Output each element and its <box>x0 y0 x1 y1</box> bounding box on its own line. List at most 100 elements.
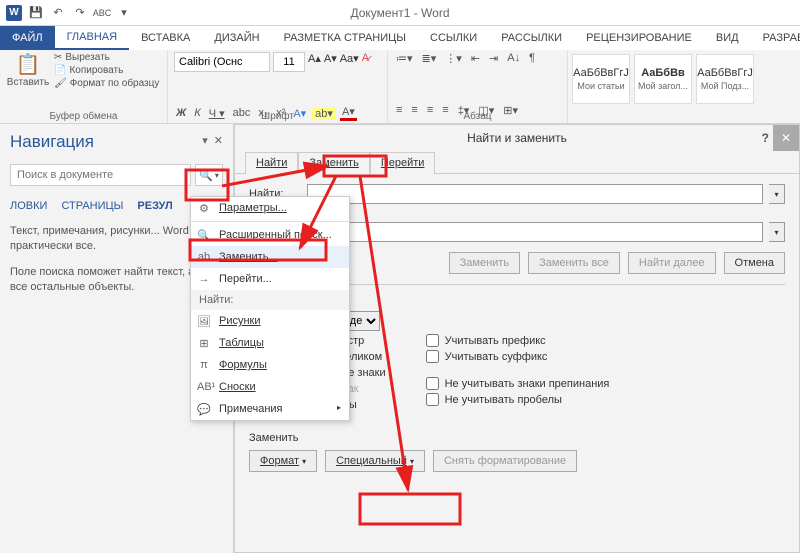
dialog-tab-goto[interactable]: Перейти <box>370 152 436 174</box>
nav-options-icon[interactable]: ▾ <box>202 134 208 147</box>
font-family-combo[interactable] <box>174 52 270 72</box>
style-thumb[interactable]: АаБбВв Мой загол... <box>634 54 692 104</box>
sort-icon[interactable]: A↓ <box>505 52 522 65</box>
cut-button[interactable]: ✂Вырезать <box>54 52 159 63</box>
clipboard-group-label: Буфер обмена <box>0 111 167 122</box>
copy-button[interactable]: 📄Копировать <box>54 65 159 76</box>
tab-home[interactable]: ГЛАВНАЯ <box>55 26 129 50</box>
menu-find-formulas[interactable]: πФормулы <box>191 354 349 376</box>
menu-find-pictures[interactable]: 🖼Рисунки <box>191 310 349 332</box>
ribbon-body: 📋 Вставить ✂Вырезать 📄Копировать 🖌Формат… <box>0 50 800 124</box>
find-history-dropdown[interactable]: ▾ <box>769 184 785 204</box>
replace-all-button[interactable]: Заменить все <box>528 252 620 274</box>
shrink-font-icon[interactable]: A▾ <box>324 52 337 72</box>
paste-label: Вставить <box>6 77 50 88</box>
bottom-section-label: Заменить <box>249 432 785 444</box>
tab-review[interactable]: РЕЦЕНЗИРОВАНИЕ <box>574 26 704 50</box>
menu-replace[interactable]: abЗаменить... <box>191 246 349 268</box>
dec-indent-icon[interactable]: ⇤ <box>469 52 482 65</box>
nav-tab-results[interactable]: РЕЗУЛ <box>137 200 172 212</box>
dialog-help-icon[interactable]: ? <box>762 131 769 145</box>
clipboard-group: 📋 Вставить ✂Вырезать 📄Копировать 🖌Формат… <box>0 50 168 123</box>
redo-icon[interactable]: ↷ <box>72 5 88 21</box>
copy-icon: 📄 <box>54 65 66 76</box>
nav-close-icon[interactable]: ✕ <box>214 134 223 147</box>
menu-find-comments[interactable]: 💬Примечания▸ <box>191 398 349 420</box>
format-painter-button[interactable]: 🖌Формат по образцу <box>54 78 159 89</box>
multilevel-icon[interactable]: ⋮▾ <box>443 52 464 65</box>
opt-prefix[interactable] <box>426 334 439 347</box>
pi-icon: π <box>197 359 211 371</box>
tab-design[interactable]: ДИЗАЙН <box>202 26 271 50</box>
change-case-icon[interactable]: Aa▾ <box>340 52 359 72</box>
paragraph-group: ≔▾ ≣▾ ⋮▾ ⇤ ⇥ A↓ ¶ ≡ ≡ ≡ ≡ ‡▾ ◫▾ ⊞▾ Абзац <box>388 50 568 123</box>
menu-find-footnotes[interactable]: AB¹Сноски <box>191 376 349 398</box>
spellcheck-icon[interactable]: ABC <box>94 5 110 21</box>
menu-advanced-find[interactable]: 🔍Расширенный поиск... <box>191 224 349 246</box>
no-formatting-button[interactable]: Снять форматирование <box>433 450 577 472</box>
word-app-icon: W <box>6 5 22 21</box>
document-title: Документ1 - Word <box>350 6 449 20</box>
font-group: A▴ A▾ Aa▾ A̷ Ж К Ч ▾ abc x₂ x² A▾ ab▾ A▾… <box>168 50 388 123</box>
search-icon: 🔍 <box>197 229 211 242</box>
replace-button[interactable]: Заменить <box>449 252 520 274</box>
tab-view[interactable]: ВИД <box>704 26 751 50</box>
style-thumb[interactable]: АаБбВвГгJ Мой Подз... <box>696 54 754 104</box>
grow-font-icon[interactable]: A▴ <box>308 52 321 72</box>
search-dropdown-menu: ⚙Параметры... 🔍Расширенный поиск... abЗа… <box>190 196 350 421</box>
style-thumb[interactable]: АаБбВвГгJ Мои статьи <box>572 54 630 104</box>
picture-icon: 🖼 <box>197 315 211 328</box>
tab-developer[interactable]: РАЗРАБОТЧ <box>751 26 800 50</box>
styles-group: АаБбВвГгJ Мои статьи АаБбВв Мой загол...… <box>568 50 800 123</box>
find-input[interactable] <box>307 184 763 204</box>
tab-insert[interactable]: ВСТАВКА <box>129 26 202 50</box>
menu-find-header: Найти: <box>191 290 349 310</box>
opt-ignore-space[interactable] <box>426 393 439 406</box>
footnote-icon: AB¹ <box>197 381 211 393</box>
menu-options[interactable]: ⚙Параметры... <box>191 197 349 219</box>
dialog-tab-replace[interactable]: Заменить <box>298 152 369 174</box>
nav-tab-headings[interactable]: ЛОВКИ <box>10 200 47 212</box>
goto-icon: → <box>197 273 211 285</box>
bullets-icon[interactable]: ≔▾ <box>394 52 415 65</box>
replace-input[interactable] <box>335 222 763 242</box>
menu-find-tables[interactable]: ⊞Таблицы <box>191 332 349 354</box>
tab-file[interactable]: ФАЙЛ <box>0 26 55 50</box>
font-size-combo[interactable] <box>273 52 305 72</box>
menu-goto[interactable]: →Перейти... <box>191 268 349 290</box>
font-group-label: Шрифт <box>168 111 387 122</box>
pilcrow-icon[interactable]: ¶ <box>527 52 537 65</box>
nav-tab-pages[interactable]: СТРАНИЦЫ <box>61 200 123 212</box>
dialog-close-icon[interactable]: ✕ <box>773 125 799 151</box>
dialog-title-bar: Найти и заменить ? ✕ <box>235 125 799 151</box>
cancel-button[interactable]: Отмена <box>724 252 785 274</box>
brush-icon: 🖌 <box>54 78 67 89</box>
navigation-search-input[interactable] <box>10 164 191 186</box>
tab-references[interactable]: ССЫЛКИ <box>418 26 489 50</box>
paste-button[interactable]: 📋 Вставить <box>6 52 50 89</box>
qat-more-icon[interactable]: ▾ <box>116 5 132 21</box>
opt-ignore-punct[interactable] <box>426 377 439 390</box>
search-icon: 🔍 <box>199 169 213 182</box>
scissors-icon: ✂ <box>54 52 62 63</box>
save-icon[interactable]: 💾 <box>28 5 44 21</box>
paste-icon: 📋 <box>6 52 50 77</box>
navigation-search-dropdown-button[interactable]: 🔍▾ <box>195 164 223 186</box>
format-button[interactable]: Формат▾ <box>249 450 317 472</box>
navigation-title: Навигация <box>10 132 223 152</box>
inc-indent-icon[interactable]: ⇥ <box>487 52 500 65</box>
tab-mailings[interactable]: РАССЫЛКИ <box>489 26 574 50</box>
quick-access-toolbar: W 💾 ↶ ↷ ABC ▾ <box>0 5 132 21</box>
clear-format-icon[interactable]: A̷ <box>362 52 369 72</box>
dialog-tabs: Найти Заменить Перейти <box>235 151 799 174</box>
ribbon-tabs: ФАЙЛ ГЛАВНАЯ ВСТАВКА ДИЗАЙН РАЗМЕТКА СТР… <box>0 26 800 50</box>
special-button[interactable]: Специальный▾ <box>325 450 425 472</box>
find-next-button[interactable]: Найти далее <box>628 252 716 274</box>
numbering-icon[interactable]: ≣▾ <box>420 52 439 65</box>
paragraph-group-label: Абзац <box>388 111 567 122</box>
opt-suffix[interactable] <box>426 350 439 363</box>
undo-icon[interactable]: ↶ <box>50 5 66 21</box>
tab-page-layout[interactable]: РАЗМЕТКА СТРАНИЦЫ <box>272 26 418 50</box>
replace-history-dropdown[interactable]: ▾ <box>769 222 785 242</box>
dialog-tab-find[interactable]: Найти <box>245 152 298 174</box>
